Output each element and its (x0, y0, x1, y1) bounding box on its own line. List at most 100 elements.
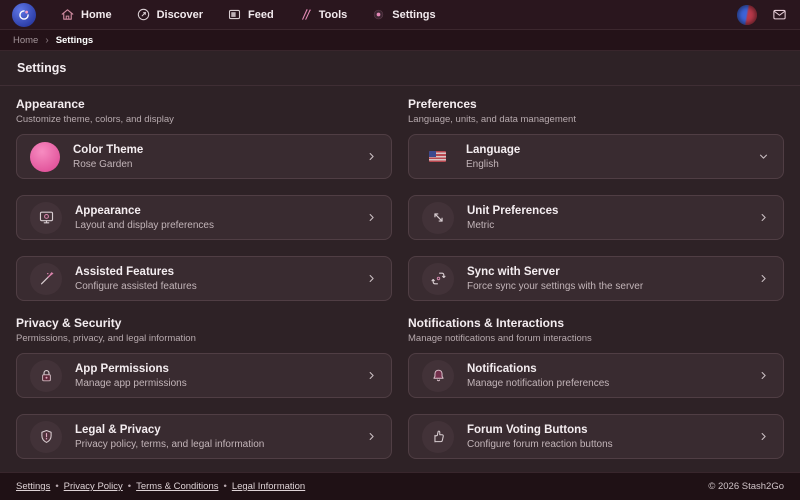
nav-item-home[interactable]: Home (60, 7, 112, 22)
nav-label-settings: Settings (392, 8, 436, 21)
card-title: Legal & Privacy (75, 423, 161, 436)
card-text: Notifications Manage notification prefer… (467, 363, 609, 389)
nav-right-group (737, 4, 788, 25)
section-subtitle-preferences: Language, units, and data management (408, 114, 576, 125)
card-forum-voting[interactable]: Forum Voting Buttons Configure forum rea… (408, 414, 784, 459)
page-title: Settings (17, 61, 67, 75)
card-subtitle: Privacy policy, terms, and legal informa… (75, 438, 265, 450)
card-text: Color Theme Rose Garden (73, 144, 143, 170)
top-navigation: Home Discover Feed Tools Settings (0, 0, 800, 30)
card-title: Appearance (75, 204, 141, 217)
user-avatar[interactable] (737, 4, 757, 25)
column-right: Preferences Language, units, and data ma… (408, 98, 784, 472)
card-app-permissions[interactable]: App Permissions Manage app permissions (16, 353, 392, 398)
breadcrumb-chevron-icon: › (45, 34, 49, 46)
home-icon (61, 9, 74, 20)
icon-chip (422, 201, 454, 234)
section-title-appearance: Appearance (16, 97, 85, 111)
card-appearance[interactable]: Appearance Layout and display preference… (16, 195, 392, 240)
card-subtitle: Configure forum reaction buttons (467, 438, 613, 450)
footer: Settings • Privacy Policy • Terms & Cond… (0, 472, 800, 500)
nav-item-discover[interactable]: Discover (136, 7, 203, 22)
settings-grid: Appearance Customize theme, colors, and … (0, 86, 800, 472)
footer-separator: • (55, 481, 59, 492)
card-title: Forum Voting Buttons (467, 423, 588, 436)
discover-icon (137, 8, 149, 21)
flag-canton (429, 151, 436, 157)
card-sync-server[interactable]: Sync with Server Force sync your setting… (408, 256, 784, 301)
nav-item-tools[interactable]: Tools (298, 7, 348, 22)
card-title: Color Theme (73, 143, 144, 156)
chevron-right-icon (757, 430, 770, 443)
column-left: Appearance Customize theme, colors, and … (16, 98, 392, 472)
card-subtitle: Configure assisted features (75, 280, 197, 292)
card-text: App Permissions Manage app permissions (75, 363, 187, 389)
card-subtitle: Manage app permissions (75, 377, 187, 389)
card-text: Legal & Privacy Privacy policy, terms, a… (75, 424, 264, 450)
footer-separator: • (127, 481, 132, 492)
footer-separator: • (223, 481, 227, 492)
card-title: Sync with Server (467, 265, 560, 278)
card-subtitle: Manage notification preferences (467, 377, 610, 389)
nav-label-home: Home (81, 8, 112, 21)
footer-link-legal[interactable]: Legal Information (232, 481, 305, 492)
card-subtitle: Layout and display preferences (75, 219, 214, 231)
card-title: Notifications (467, 362, 537, 375)
chevron-right-icon (365, 272, 378, 285)
chevron-down-icon (757, 150, 770, 163)
icon-chip (30, 262, 62, 295)
nav-item-feed[interactable]: Feed (227, 7, 274, 22)
chevron-right-icon (757, 272, 770, 285)
card-title: Unit Preferences (467, 204, 559, 217)
app-logo[interactable] (12, 2, 36, 27)
footer-link-privacy-policy[interactable]: Privacy Policy (64, 481, 123, 492)
us-flag-icon (429, 151, 446, 162)
logo-icon (19, 9, 29, 20)
icon-chip (30, 420, 62, 453)
breadcrumb-current: Settings (55, 34, 94, 46)
magic-wand-icon (40, 272, 53, 285)
lock-icon (41, 369, 51, 382)
section-subtitle-notifications: Manage notifications and forum interacti… (408, 333, 592, 344)
mail-icon[interactable] (771, 7, 788, 22)
card-legal-privacy[interactable]: Legal & Privacy Privacy policy, terms, a… (16, 414, 392, 459)
card-subtitle: Rose Garden (73, 158, 133, 170)
diagonal-arrows-icon (433, 213, 443, 222)
card-title: App Permissions (75, 362, 169, 375)
nav-label-tools: Tools (318, 8, 348, 21)
section-subtitle-appearance: Customize theme, colors, and display (16, 114, 174, 125)
icon-chip (422, 359, 454, 392)
tools-icon (301, 9, 311, 20)
thumbs-up-icon (433, 430, 444, 443)
card-text: Appearance Layout and display preference… (75, 205, 214, 231)
card-assisted-features[interactable]: Assisted Features Configure assisted fea… (16, 256, 392, 301)
icon-chip (30, 201, 62, 234)
footer-link-settings[interactable]: Settings (16, 481, 50, 492)
card-color-theme[interactable]: Color Theme Rose Garden (16, 134, 392, 179)
card-subtitle: Metric (467, 219, 495, 231)
section-title-preferences: Preferences (408, 97, 477, 111)
chevron-right-icon (365, 211, 378, 224)
card-language[interactable]: Language English (408, 134, 784, 179)
chevron-right-icon (365, 150, 378, 163)
card-unit-preferences[interactable]: Unit Preferences Metric (408, 195, 784, 240)
section-subtitle-privacy: Permissions, privacy, and legal informat… (16, 333, 196, 344)
card-text: Forum Voting Buttons Configure forum rea… (467, 424, 613, 450)
sync-icon (430, 272, 446, 285)
card-title: Language (466, 143, 521, 156)
card-text: Language English (466, 144, 520, 170)
shield-alert-icon (40, 429, 52, 443)
section-title-notifications: Notifications & Interactions (408, 316, 565, 330)
footer-link-terms[interactable]: Terms & Conditions (136, 481, 218, 492)
footer-copyright: © 2026 Stash2Go (708, 481, 784, 492)
card-notifications[interactable]: Notifications Manage notification prefer… (408, 353, 784, 398)
nav-item-settings[interactable]: Settings (371, 7, 436, 22)
breadcrumb-home[interactable]: Home (13, 35, 38, 46)
card-subtitle: English (466, 158, 499, 170)
card-text: Unit Preferences Metric (467, 205, 558, 231)
page-title-bar: Settings (0, 51, 800, 86)
nav-label-feed: Feed (248, 8, 274, 21)
display-icon (39, 211, 53, 224)
card-text: Sync with Server Force sync your setting… (467, 266, 643, 292)
section-title-privacy: Privacy & Security (16, 316, 122, 330)
